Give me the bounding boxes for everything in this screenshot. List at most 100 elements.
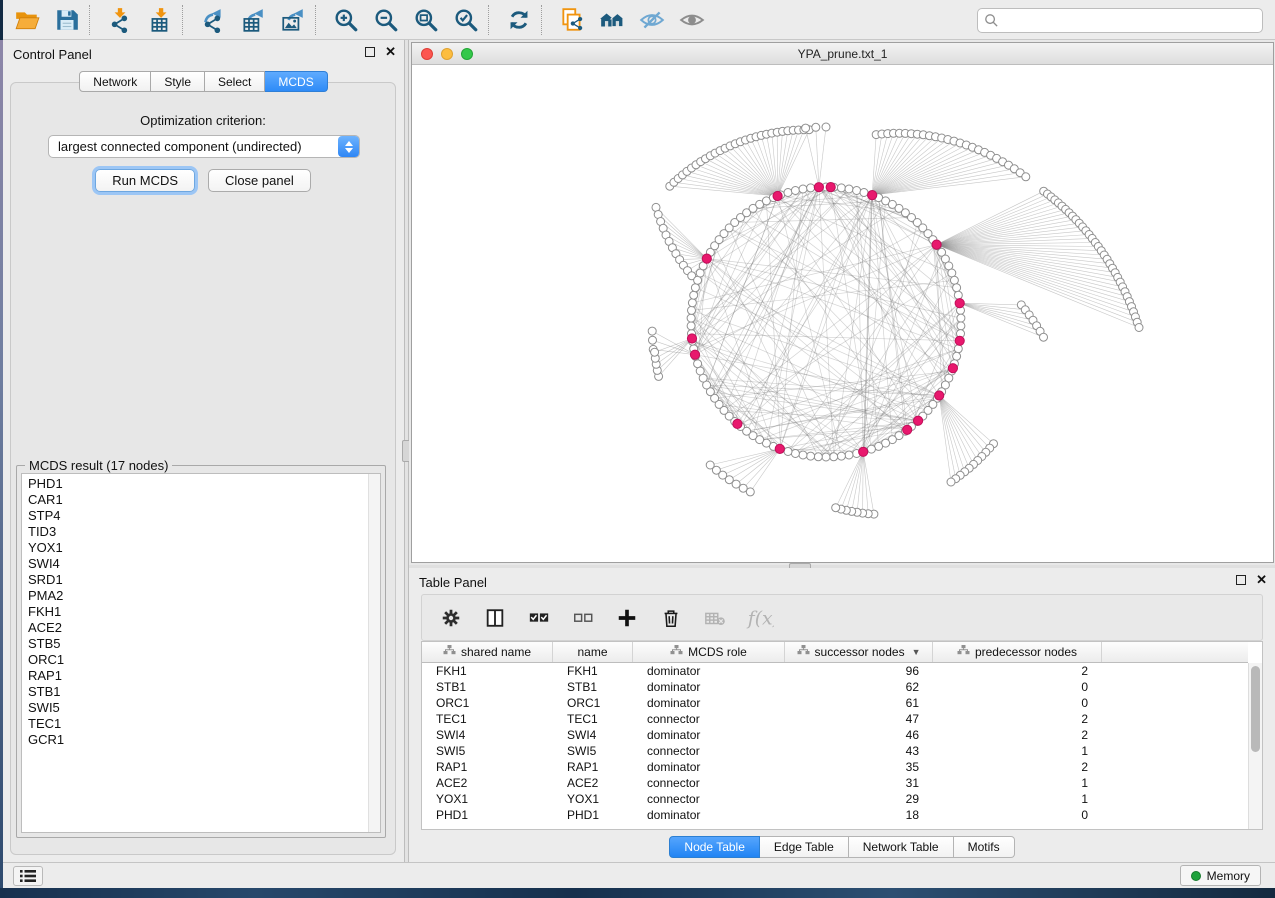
show-column-button[interactable] [480,601,510,635]
mcds-result-item[interactable]: FKH1 [28,604,64,620]
mcds-result-item[interactable]: ORC1 [28,652,64,668]
control-panel-header: Control Panel ✕ [3,40,404,68]
deselect-all-rows-button[interactable] [568,601,598,635]
eye-icon [679,7,705,33]
scrollbar-thumb[interactable] [1251,666,1260,752]
run-mcds-button[interactable]: Run MCDS [95,169,195,192]
table-settings-button[interactable] [436,601,466,635]
first-neighbors-button[interactable] [592,3,632,37]
show-all-button[interactable] [672,3,712,37]
column-header-name[interactable]: name [553,642,633,662]
import-table-button[interactable] [140,3,180,37]
column-header-successor-nodes[interactable]: successor nodes▼ [785,642,933,662]
tab-style[interactable]: Style [151,71,205,92]
column-header-MCDS-role[interactable]: MCDS role [633,642,785,662]
mcds-result-item[interactable]: CAR1 [28,492,64,508]
close-panel-icon[interactable]: ✕ [385,47,396,57]
eye-slash-icon [639,7,665,33]
cell-shared_name: TEC1 [422,712,553,726]
memory-status-icon [1191,871,1201,881]
tab-edge-table[interactable]: Edge Table [760,836,849,858]
open-file-button[interactable] [7,3,47,37]
mcds-result-item[interactable]: PMA2 [28,588,64,604]
column-header-shared-name[interactable]: shared name [422,642,553,662]
network-window-titlebar[interactable]: YPA_prune.txt_1 [412,43,1273,65]
table-row[interactable]: SWI4SWI4dominator462 [422,727,1248,743]
tab-select[interactable]: Select [205,71,265,92]
table-row[interactable]: FKH1FKH1dominator962 [422,663,1248,679]
duplicate-network-icon [559,7,585,33]
zoom-fit-button[interactable] [406,3,446,37]
export-network-button[interactable] [193,3,233,37]
save-icon [54,7,80,33]
cell-successor_nodes: 62 [785,680,933,694]
criterion-dropdown[interactable]: largest connected component (undirected) [48,135,360,158]
mcds-result-title: MCDS result (17 nodes) [25,458,172,473]
table-panel-tabs: Node TableEdge TableNetwork TableMotifs [409,836,1275,858]
zoom-fit-icon [413,7,439,33]
hide-selected-button[interactable] [632,3,672,37]
mcds-result-item[interactable]: SWI4 [28,556,64,572]
tree-icon [957,644,970,657]
export-table-button[interactable] [233,3,273,37]
float-panel-icon[interactable] [365,47,375,57]
mcds-result-item[interactable]: ACE2 [28,620,64,636]
delete-columns-button[interactable] [656,601,686,635]
table-row[interactable]: STB1STB1dominator620 [422,679,1248,695]
cell-name: SWI5 [553,744,633,758]
toolbar-separator [89,5,98,35]
mcds-result-item[interactable]: GCR1 [28,732,64,748]
cell-mcds_role: dominator [633,696,785,710]
tab-network[interactable]: Network [79,71,151,92]
save-session-button[interactable] [47,3,87,37]
zoom-in-button[interactable] [326,3,366,37]
tab-node-table[interactable]: Node Table [669,836,760,858]
mcds-result-item[interactable]: SRD1 [28,572,64,588]
mcds-result-item[interactable]: TEC1 [28,716,64,732]
deselect-all-icon [572,607,594,629]
select-all-rows-button[interactable] [524,601,554,635]
duplicate-network-button[interactable] [552,3,592,37]
column-header-predecessor-nodes[interactable]: predecessor nodes [933,642,1102,662]
close-panel-icon[interactable]: ✕ [1256,575,1267,585]
tab-network-table[interactable]: Network Table [849,836,954,858]
task-history-button[interactable] [13,866,43,886]
mcds-result-list[interactable]: PHD1CAR1STP4TID3YOX1SWI4SRD1PMA2FKH1ACE2… [21,473,381,833]
search-input[interactable] [999,14,1256,28]
table-row[interactable]: PHD1PHD1dominator180 [422,807,1248,823]
mcds-result-item[interactable]: STB1 [28,684,64,700]
tab-motifs[interactable]: Motifs [954,836,1015,858]
tab-mcds[interactable]: MCDS [265,71,327,92]
table-row[interactable]: SWI5SWI5connector431 [422,743,1248,759]
mcds-list-scrollbar[interactable] [368,474,380,832]
refresh-view-button[interactable] [499,3,539,37]
cell-shared_name: YOX1 [422,792,553,806]
gear-icon [440,607,462,629]
table-row[interactable]: RAP1RAP1dominator352 [422,759,1248,775]
close-panel-button[interactable]: Close panel [208,169,311,192]
memory-button[interactable]: Memory [1180,865,1261,886]
table-row[interactable]: TEC1TEC1connector472 [422,711,1248,727]
mcds-result-item[interactable]: SWI5 [28,700,64,716]
network-graph-canvas[interactable] [412,65,1275,561]
zoom-selected-button[interactable] [446,3,486,37]
table-row[interactable]: ORC1ORC1dominator610 [422,695,1248,711]
float-panel-icon[interactable] [1236,575,1246,585]
mcds-result-item[interactable]: RAP1 [28,668,64,684]
zoom-out-button[interactable] [366,3,406,37]
mcds-result-item[interactable]: YOX1 [28,540,64,556]
table-column-headers: shared namenameMCDS rolesuccessor nodes▼… [422,642,1248,663]
control-panel-tabs: NetworkStyleSelectMCDS [3,71,404,92]
table-scrollbar[interactable] [1248,663,1262,829]
mcds-result-item[interactable]: STP4 [28,508,64,524]
import-network-button[interactable] [100,3,140,37]
mcds-result-item[interactable]: TID3 [28,524,64,540]
create-new-column-button[interactable] [612,601,642,635]
delete-table-button [700,601,730,635]
table-row[interactable]: ACE2ACE2connector311 [422,775,1248,791]
export-image-button[interactable] [273,3,313,37]
mcds-result-item[interactable]: STB5 [28,636,64,652]
mcds-result-item[interactable]: PHD1 [28,476,64,492]
table-row[interactable]: YOX1YOX1connector291 [422,791,1248,807]
search-box[interactable] [977,8,1263,33]
